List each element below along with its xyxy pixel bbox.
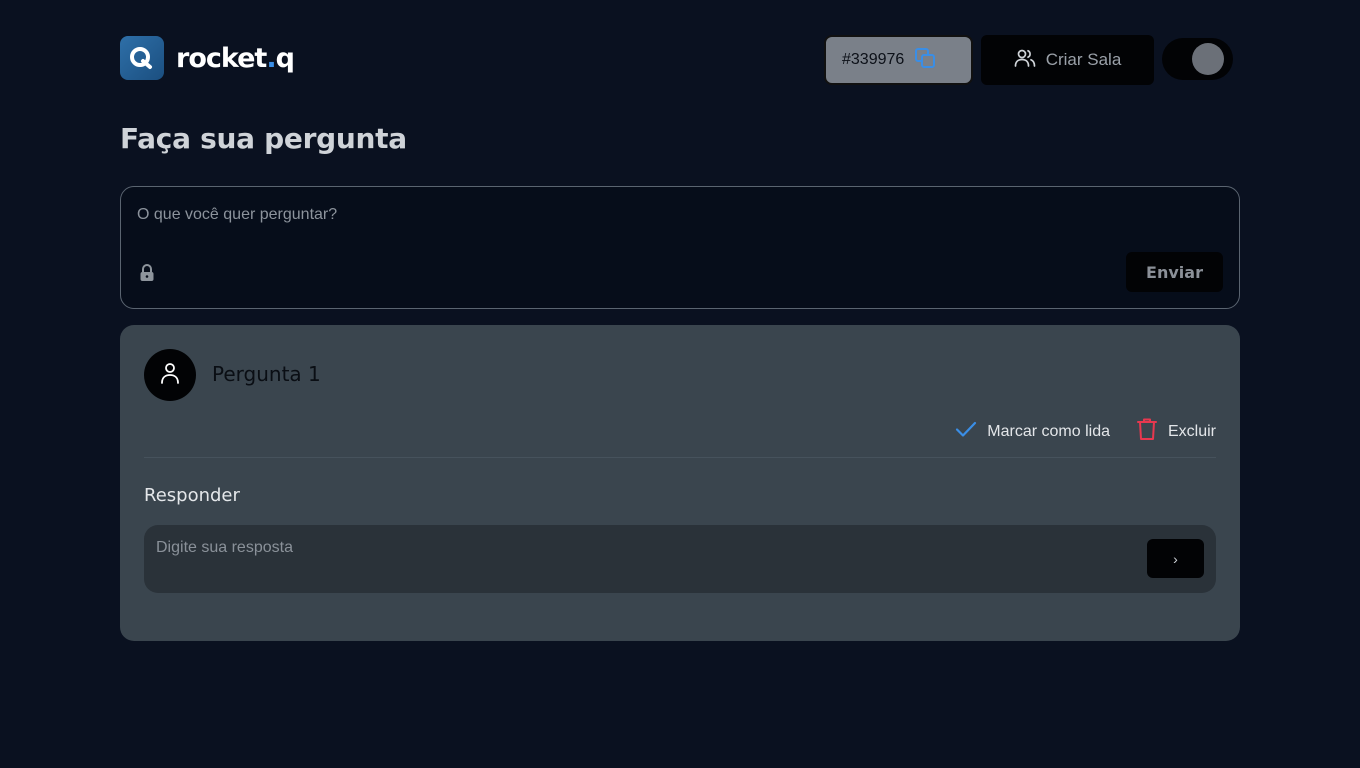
create-room-button[interactable]: Criar Sala xyxy=(981,35,1154,85)
logo-text: rocket.q xyxy=(176,42,295,74)
delete-label: Excluir xyxy=(1167,422,1216,440)
send-question-button[interactable]: Enviar xyxy=(1126,252,1223,292)
send-reply-button[interactable]: › xyxy=(1147,539,1204,578)
check-icon xyxy=(955,418,977,445)
room-code-button[interactable]: #339976 xyxy=(824,35,973,85)
mark-read-button[interactable]: Marcar como lida xyxy=(955,418,1110,445)
avatar xyxy=(144,349,196,401)
logo-mark-icon xyxy=(120,36,164,80)
trash-icon xyxy=(1136,417,1158,446)
page: rocket.q #339976 Criar Sala Faça sua per… xyxy=(0,0,1360,768)
room-code-text: #339976 xyxy=(842,51,905,68)
users-icon xyxy=(1014,47,1036,74)
question-text: Pergunta 1 xyxy=(212,362,321,386)
question-actions: Marcar como lida Excluir xyxy=(955,417,1216,446)
delete-button[interactable]: Excluir xyxy=(1136,417,1216,446)
mark-read-label: Marcar como lida xyxy=(987,422,1110,440)
reply-form: › xyxy=(144,525,1216,593)
reply-label: Responder xyxy=(144,485,240,506)
theme-toggle[interactable] xyxy=(1162,38,1233,80)
create-room-label: Criar Sala xyxy=(1045,50,1122,69)
question-card: Pergunta 1 Marcar como lida Excluir Resp… xyxy=(120,325,1240,641)
question-input[interactable] xyxy=(137,201,1217,229)
question-form: Enviar xyxy=(120,186,1240,309)
logo[interactable]: rocket.q xyxy=(120,36,295,80)
copy-icon xyxy=(914,47,936,74)
lock-icon xyxy=(138,263,156,288)
reply-input[interactable] xyxy=(156,535,1136,561)
page-title: Faça sua pergunta xyxy=(120,122,407,155)
toggle-knob xyxy=(1192,43,1224,75)
user-icon xyxy=(159,361,181,390)
divider xyxy=(144,457,1216,458)
